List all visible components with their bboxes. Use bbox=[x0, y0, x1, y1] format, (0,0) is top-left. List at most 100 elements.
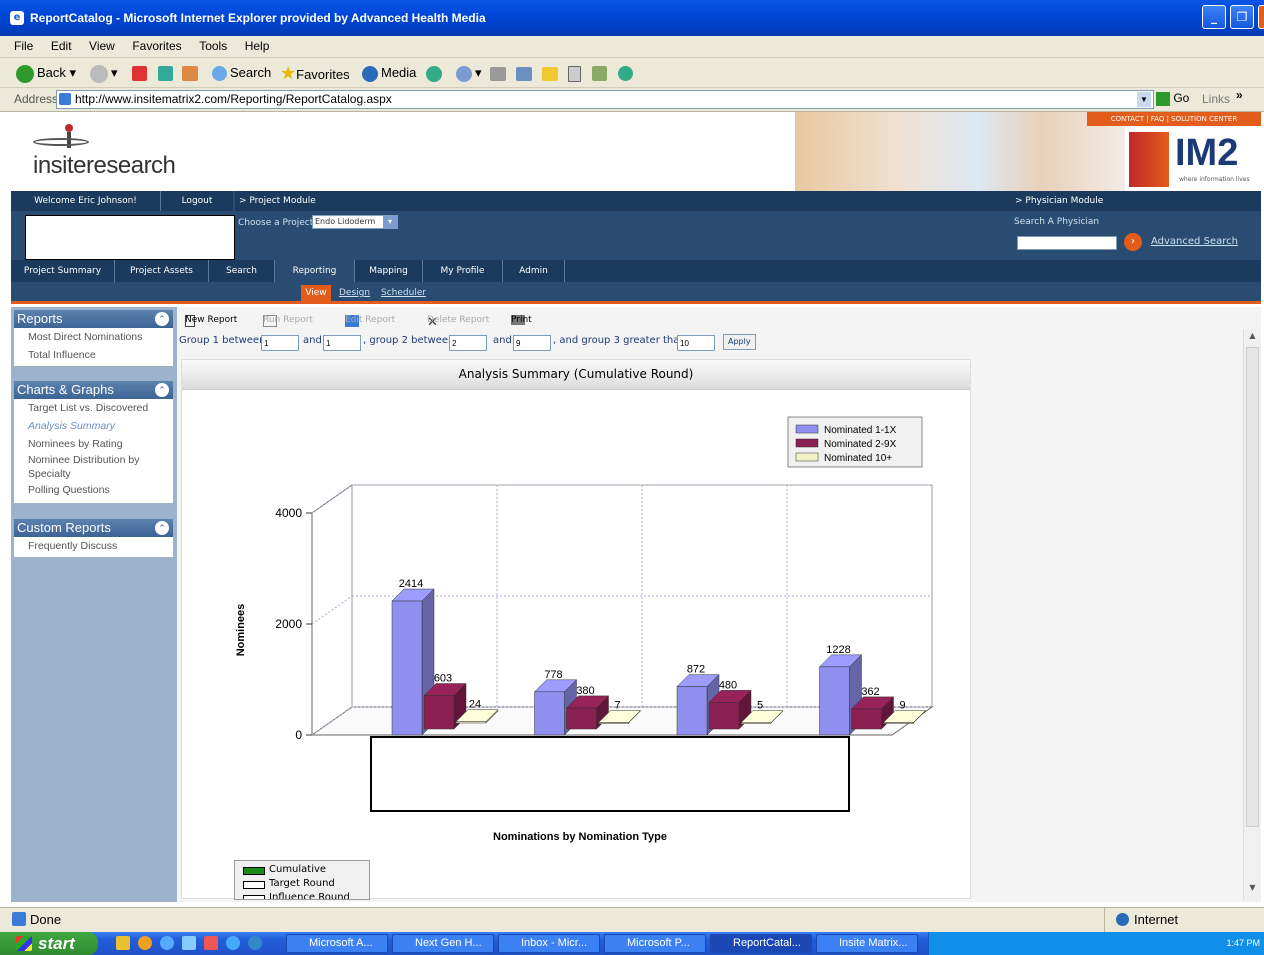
menu-tools[interactable]: Tools bbox=[199, 36, 227, 56]
back-arrow-icon bbox=[16, 64, 34, 83]
apply-button[interactable]: Apply bbox=[723, 334, 756, 350]
edit-button[interactable] bbox=[516, 62, 535, 84]
scroll-down-icon[interactable]: ▼ bbox=[1246, 883, 1259, 896]
sidebar-item-frequently-discuss[interactable]: Frequently Discuss bbox=[28, 537, 173, 555]
bar bbox=[455, 721, 487, 724]
group3-input[interactable] bbox=[677, 335, 715, 351]
logout-link[interactable]: Logout bbox=[161, 191, 233, 211]
sidebar-item-nominee-distribution[interactable]: Nominee Distribution by bbox=[28, 453, 173, 467]
menu-view[interactable]: View bbox=[89, 36, 115, 56]
quick-launch-icon[interactable] bbox=[226, 936, 240, 950]
forward-button[interactable]: ▾ bbox=[90, 62, 118, 84]
quick-launch-icon[interactable] bbox=[204, 936, 218, 950]
bar bbox=[391, 600, 423, 736]
sidebar-header-charts[interactable]: Charts & Graphs ⌃ bbox=[14, 381, 173, 399]
menu-favorites[interactable]: Favorites bbox=[132, 36, 181, 56]
tab-mapping[interactable]: Mapping bbox=[355, 260, 423, 282]
restore-button[interactable]: ❐ bbox=[1230, 5, 1254, 29]
folder-button[interactable] bbox=[542, 62, 561, 84]
quick-launch-icon[interactable] bbox=[248, 936, 262, 950]
quick-launch-icon[interactable] bbox=[182, 936, 196, 950]
subtab-view[interactable]: View bbox=[301, 285, 331, 301]
physician-search-input[interactable] bbox=[1017, 236, 1117, 250]
sidebar-item-total-influence[interactable]: Total Influence bbox=[28, 346, 173, 364]
project-select[interactable]: Endo Lidoderm ▾ bbox=[312, 215, 398, 229]
research-button[interactable] bbox=[592, 62, 610, 84]
sidebar-item-most-direct-nominations[interactable]: Most Direct Nominations bbox=[28, 328, 173, 346]
address-dropdown-icon[interactable]: ▼ bbox=[1137, 92, 1151, 107]
tab-project-summary[interactable]: Project Summary bbox=[11, 260, 115, 282]
tab-my-profile[interactable]: My Profile bbox=[423, 260, 503, 282]
print-button[interactable] bbox=[490, 62, 509, 84]
menu-edit[interactable]: Edit bbox=[51, 36, 72, 56]
back-button[interactable]: Back ▾ bbox=[16, 62, 76, 84]
collapse-icon[interactable]: ⌃ bbox=[155, 383, 169, 397]
collapse-icon[interactable]: ⌃ bbox=[155, 312, 169, 326]
tab-search[interactable]: Search bbox=[209, 260, 275, 282]
sidebar-header-reports[interactable]: Reports ⌃ bbox=[14, 310, 173, 328]
quick-launch-icon[interactable] bbox=[138, 936, 152, 950]
favorites-button[interactable]: ★Favorites bbox=[280, 62, 350, 84]
group3-label: , and group 3 greater than bbox=[553, 335, 686, 346]
task-insite-matrix[interactable]: Insite Matrix... bbox=[816, 934, 918, 953]
media-label: Media bbox=[381, 65, 417, 80]
sidebar-item-nominees-by-rating[interactable]: Nominees by Rating bbox=[28, 435, 173, 453]
sidebar-header-custom[interactable]: Custom Reports ⌃ bbox=[14, 519, 173, 537]
mail-button[interactable]: ▾ bbox=[456, 62, 482, 84]
bar-data-label: 24 bbox=[469, 699, 481, 711]
search-button[interactable]: Search bbox=[212, 62, 271, 84]
module-bar: Welcome Eric Johnson! Logout > Project M… bbox=[11, 191, 1261, 260]
refresh-button[interactable] bbox=[158, 62, 176, 84]
physician-search-go-icon[interactable]: › bbox=[1124, 233, 1142, 251]
menu-file[interactable]: File bbox=[14, 36, 33, 56]
task-inbox[interactable]: Inbox - Micr... bbox=[498, 934, 600, 953]
subtab-scheduler[interactable]: Scheduler bbox=[381, 285, 426, 301]
page-button[interactable] bbox=[568, 62, 584, 84]
sidebar-item-specialty[interactable]: Specialty bbox=[28, 467, 173, 481]
links-label[interactable]: Links bbox=[1202, 92, 1230, 106]
group1-from-input[interactable] bbox=[261, 335, 299, 351]
quick-launch-icon[interactable] bbox=[160, 936, 174, 950]
subtab-design[interactable]: Design bbox=[339, 285, 370, 301]
messenger-button[interactable] bbox=[618, 62, 636, 84]
page-scrollbar[interactable]: ▲ ▼ bbox=[1243, 329, 1261, 901]
task-next-gen[interactable]: Next Gen H... bbox=[392, 934, 494, 953]
group2-to-input[interactable] bbox=[513, 335, 551, 351]
header-top-links[interactable]: CONTACT | FAQ | SOLUTION CENTER bbox=[1087, 112, 1261, 126]
bar bbox=[676, 686, 708, 736]
address-input[interactable]: http://www.insitematrix2.com/Reporting/R… bbox=[56, 90, 1154, 109]
custom-title: Custom Reports bbox=[17, 520, 111, 535]
task-microsoft-access[interactable]: Microsoft A... bbox=[286, 934, 388, 953]
stop-button[interactable] bbox=[132, 62, 150, 84]
bar-data-label: 480 bbox=[719, 679, 737, 691]
ie-icon: e bbox=[10, 11, 24, 25]
minimize-button[interactable]: _ bbox=[1202, 5, 1226, 29]
advanced-search-link[interactable]: Advanced Search bbox=[1151, 236, 1238, 247]
task-reportcatalog[interactable]: ReportCatal... bbox=[710, 934, 812, 953]
home-button[interactable] bbox=[182, 62, 201, 84]
legend-label: Nominated 10+ bbox=[824, 453, 892, 464]
tab-reporting[interactable]: Reporting bbox=[275, 260, 355, 282]
go-button[interactable]: Go bbox=[1156, 91, 1189, 106]
quick-launch-icon[interactable] bbox=[116, 936, 130, 950]
tab-admin[interactable]: Admin bbox=[503, 260, 565, 282]
sidebar-item-polling-questions[interactable]: Polling Questions bbox=[28, 481, 173, 499]
links-chevron-icon[interactable]: » bbox=[1236, 88, 1243, 102]
scroll-thumb[interactable] bbox=[1246, 347, 1259, 827]
start-button[interactable]: start bbox=[0, 932, 98, 955]
sidebar-item-target-list[interactable]: Target List vs. Discovered bbox=[28, 399, 173, 417]
close-button[interactable] bbox=[1258, 5, 1264, 29]
collapse-icon[interactable]: ⌃ bbox=[155, 521, 169, 535]
reporting-subtabs: View Design Scheduler bbox=[11, 282, 1261, 304]
scroll-up-icon[interactable]: ▲ bbox=[1246, 331, 1259, 344]
tab-project-assets[interactable]: Project Assets bbox=[115, 260, 209, 282]
sidebar-item-analysis-summary[interactable]: Analysis Summary bbox=[28, 417, 173, 435]
history-button[interactable] bbox=[426, 62, 445, 84]
group2-from-input[interactable] bbox=[449, 335, 487, 351]
search-label: Search bbox=[230, 65, 272, 80]
media-button[interactable]: Media bbox=[362, 62, 416, 84]
task-microsoft-powerpoint[interactable]: Microsoft P... bbox=[604, 934, 706, 953]
redacted-box bbox=[25, 215, 235, 260]
menu-help[interactable]: Help bbox=[245, 36, 270, 56]
group1-to-input[interactable] bbox=[323, 335, 361, 351]
